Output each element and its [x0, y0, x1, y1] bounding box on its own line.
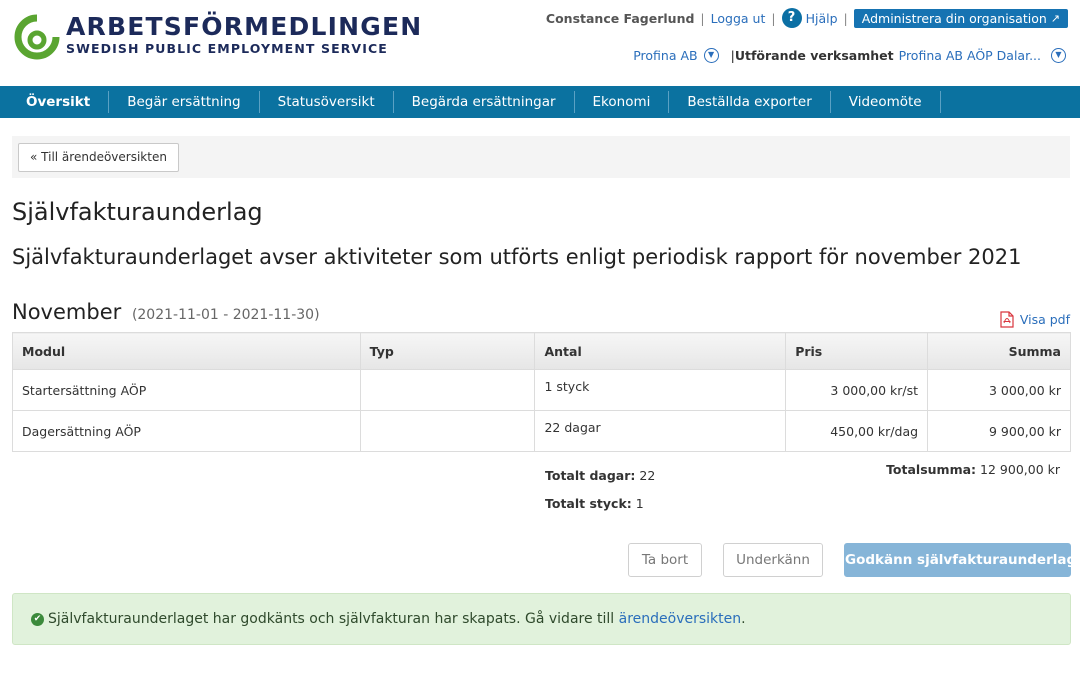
nav-item-videomote[interactable]: Videomöte: [831, 91, 941, 113]
chevron-down-icon[interactable]: ▼: [703, 47, 719, 63]
table-header-row: Modul Typ Antal Pris Summa: [12, 332, 1071, 370]
success-alert: ✔ Självfakturaunderlaget har godkänts oc…: [12, 593, 1071, 645]
logout-link[interactable]: Logga ut: [711, 11, 766, 26]
admin-organisation-button[interactable]: Administrera din organisation ↗: [853, 8, 1068, 28]
total-sum-label: Totalsumma:: [886, 462, 977, 477]
help-link[interactable]: Hjälp: [806, 11, 838, 26]
period-name: November: [12, 300, 122, 324]
unit-label: Utförande verksamhet: [734, 47, 894, 63]
approve-button[interactable]: Godkänn självfakturaunderlag: [844, 543, 1076, 577]
total-days-value: 22: [639, 468, 656, 483]
cell-summa: 3 000,00 kr: [927, 369, 1071, 411]
nav-item-bestallda-exporter[interactable]: Beställda exporter: [669, 91, 831, 113]
show-pdf-link[interactable]: Visa pdf: [1000, 311, 1070, 328]
logo-mark-icon: [14, 14, 60, 60]
nav-item-begar-ersattning[interactable]: Begär ersättning: [109, 91, 260, 113]
logo[interactable]: ARBETSFÖRMEDLINGEN SWEDISH PUBLIC EMPLOY…: [14, 12, 421, 62]
cell-typ: [359, 410, 536, 452]
col-header-summa: Summa: [927, 332, 1071, 370]
alert-suffix: .: [741, 611, 746, 627]
pdf-icon: [1000, 311, 1014, 328]
cell-antal: 1 styck: [534, 369, 787, 411]
logo-title: ARBETSFÖRMEDLINGEN: [66, 12, 423, 41]
external-link-icon: ↗: [1050, 11, 1060, 25]
cell-modul: Dagersättning AÖP: [12, 410, 361, 452]
reject-button[interactable]: Underkänn: [723, 543, 823, 577]
user-name: Constance Fagerlund: [545, 10, 695, 26]
cell-pris: 450,00 kr/dag: [785, 410, 929, 452]
cell-modul: Startersättning AÖP: [12, 369, 361, 411]
header: ARBETSFÖRMEDLINGEN SWEDISH PUBLIC EMPLOY…: [0, 0, 1080, 86]
main-nav: Översikt Begär ersättning Statusöversikt…: [0, 86, 1080, 118]
cell-summa: 9 900,00 kr: [927, 410, 1071, 452]
period-range: (2021-11-01 - 2021-11-30): [131, 307, 320, 323]
total-days-label: Totalt dagar:: [545, 468, 636, 483]
separator: |: [843, 10, 848, 26]
separator: |: [771, 10, 776, 26]
breadcrumb: « Till ärendeöversikten: [12, 136, 1070, 178]
col-header-typ: Typ: [359, 332, 536, 370]
totals-counts: Totalt dagar: 22 Totalt styck: 1: [545, 462, 655, 518]
cell-pris: 3 000,00 kr/st: [785, 369, 929, 411]
alert-overview-link[interactable]: ärendeöversikten: [619, 611, 742, 627]
nav-item-oversikt[interactable]: Översikt: [0, 91, 110, 113]
admin-organisation-label: Administrera din organisation: [861, 10, 1047, 26]
check-circle-icon: ✔: [31, 612, 44, 626]
col-header-modul: Modul: [12, 332, 361, 370]
nav-item-statusoversikt[interactable]: Statusöversikt: [260, 91, 394, 113]
logo-subtitle: SWEDISH PUBLIC EMPLOYMENT SERVICE: [66, 41, 388, 56]
period-heading: November (2021-11-01 - 2021-11-30): [12, 300, 320, 324]
help-icon[interactable]: ?: [781, 8, 802, 28]
nav-item-ekonomi[interactable]: Ekonomi: [575, 91, 670, 113]
table-row: Dagersättning AÖP 22 dagar 450,00 kr/dag…: [12, 410, 1071, 452]
cell-antal: 22 dagar: [534, 410, 787, 452]
total-sum-value: 12 900,00 kr: [980, 462, 1060, 477]
alert-text: Självfakturaunderlaget har godkänts och …: [48, 611, 615, 627]
back-to-overview-button[interactable]: « Till ärendeöversikten: [18, 143, 179, 172]
top-user-bar: Constance Fagerlund | Logga ut | ? Hjälp…: [546, 8, 1068, 28]
total-pieces: Totalt styck: 1: [545, 490, 655, 518]
unit-select[interactable]: Profina AB AÖP Dalar...: [899, 48, 1041, 63]
separator: |: [700, 10, 705, 26]
total-sum: Totalsumma: 12 900,00 kr: [886, 462, 1060, 478]
org-select[interactable]: Profina AB: [633, 48, 697, 63]
col-header-antal: Antal: [534, 332, 787, 370]
remove-button[interactable]: Ta bort: [628, 543, 702, 577]
table-row: Startersättning AÖP 1 styck 3 000,00 kr/…: [12, 369, 1071, 411]
chevron-down-icon[interactable]: ▼: [1051, 47, 1066, 63]
col-header-pris: Pris: [785, 332, 929, 370]
organisation-bar: Profina AB ▼ | Utförande verksamhet Prof…: [633, 45, 1066, 65]
page-subtitle: Självfakturaunderlaget avser aktiviteter…: [12, 245, 1022, 269]
cell-typ: [359, 369, 536, 411]
total-days: Totalt dagar: 22: [545, 462, 655, 490]
show-pdf-label: Visa pdf: [1019, 312, 1070, 327]
nav-item-begarda-ersattningar[interactable]: Begärda ersättningar: [394, 91, 575, 113]
invoice-basis-table: Modul Typ Antal Pris Summa Startersättni…: [12, 332, 1071, 452]
total-pieces-value: 1: [635, 496, 644, 511]
page-title: Självfakturaunderlag: [12, 198, 263, 226]
total-pieces-label: Totalt styck:: [545, 496, 632, 511]
